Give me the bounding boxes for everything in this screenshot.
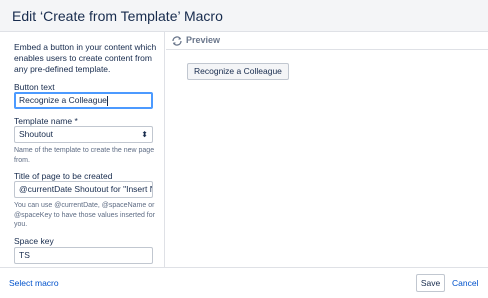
page-title-value: @currentDate Shoutout for "Insert N [19, 184, 153, 194]
text-caret [106, 95, 108, 106]
cancel-link[interactable]: Cancel [452, 278, 478, 288]
button-text-label: Button text [14, 82, 55, 92]
dialog-header: Edit ‘Create from Template’ Macro [0, 0, 488, 32]
template-name-label: Template name * [14, 116, 78, 126]
template-name-help: Name of the template to create the new p… [14, 147, 155, 164]
space-key-label: Space key [14, 236, 54, 246]
macro-dialog: Edit ‘Create from Template’ Macro Embed … [0, 0, 488, 298]
preview-panel: Preview Recognize a Colleague [166, 32, 488, 267]
macro-form-panel: Embed a button in your content which ena… [0, 32, 165, 267]
space-key-input[interactable]: TS [14, 247, 153, 264]
page-title-help: You can use @currentDate, @spaceName or … [14, 202, 155, 228]
select-macro-link[interactable]: Select macro [9, 278, 59, 288]
dialog-title: Edit ‘Create from Template’ Macro [12, 8, 223, 24]
refresh-icon[interactable] [171, 35, 183, 47]
up-down-arrows-icon: ⬍ [141, 130, 148, 139]
template-name-select[interactable]: Shoutout ⬍ [14, 126, 153, 143]
macro-description: Embed a button in your content which ena… [14, 42, 157, 74]
button-text-value: Recognize a Colleague [19, 95, 107, 105]
preview-header: Preview [166, 32, 488, 50]
dialog-footer: Select macro Save Cancel [0, 267, 488, 298]
page-title-input[interactable]: @currentDate Shoutout for "Insert N [14, 181, 153, 198]
save-button[interactable]: Save [416, 274, 445, 292]
page-title-label: Title of page to be created [14, 171, 113, 181]
preview-label: Preview [186, 35, 221, 45]
preview-create-button[interactable]: Recognize a Colleague [187, 63, 289, 80]
template-name-value: Shoutout [19, 129, 54, 139]
button-text-input[interactable]: Recognize a Colleague [14, 92, 153, 109]
space-key-value: TS [19, 250, 30, 260]
